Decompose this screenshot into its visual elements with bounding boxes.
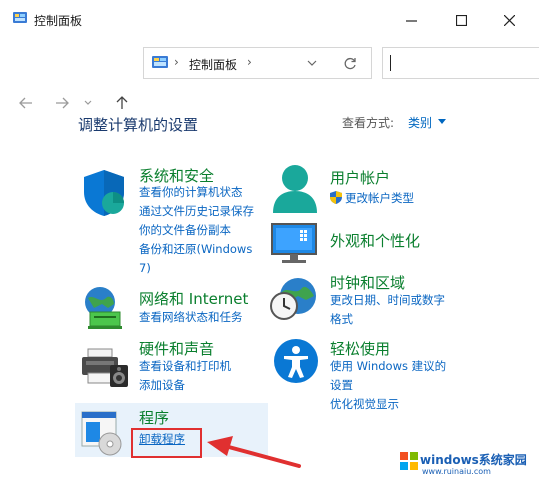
chevron-down-icon [84,100,92,105]
link-optimize-visual[interactable]: 优化视觉显示 [330,395,446,414]
user-accounts-links: 更改帐户类型 [330,189,414,208]
category-clock-region-title[interactable]: 时钟和区域 [330,272,405,293]
minimize-icon [405,19,417,22]
ease-of-access-icon [274,339,318,383]
printer-speaker-icon [82,348,128,387]
up-arrow-icon [116,96,128,109]
minimize-button[interactable] [388,0,434,40]
watermark-url: www.ruinaiu.com [422,467,491,476]
forward-arrow-icon [56,97,69,109]
category-programs-title[interactable]: 程序 [139,407,169,428]
search-input[interactable] [382,47,539,79]
windows-logo-icon [400,452,418,470]
category-hardware-title[interactable]: 硬件和声音 [139,338,214,359]
control-panel-icon [13,12,27,23]
title-bar: 控制面板 [0,0,539,40]
address-bar[interactable]: › 控制面板 › [143,47,372,79]
link-file-history[interactable]: 通过文件历史记录保存 [139,202,254,221]
page-heading: 调整计算机的设置 [78,116,199,134]
uac-shield-icon [330,191,342,204]
chevron-down-icon[interactable] [307,60,317,67]
category-network-title[interactable]: 网络和 Internet [139,288,248,309]
recent-locations-button[interactable] [80,92,96,114]
link-add-device[interactable]: 添加设备 [139,376,231,395]
shield-security-icon [84,170,124,216]
refresh-icon[interactable] [343,57,357,71]
user-accounts-icon [273,165,317,213]
clock-region-links: 更改日期、时间或数字 格式 [330,291,445,329]
control-panel-icon [152,56,168,68]
forward-button[interactable] [50,92,74,114]
appearance-monitor-icon [271,223,317,263]
link-file-history-cont[interactable]: 你的文件备份副本 [139,221,254,240]
site-watermark: windows系统家园 www.ruinaiu.com [398,448,539,479]
category-user-accounts-title[interactable]: 用户帐户 [330,167,390,188]
view-by-label: 查看方式: [342,116,395,130]
window-title: 控制面板 [34,14,83,28]
link-devices-printers[interactable]: 查看设备和打印机 [139,357,231,376]
close-button[interactable] [486,0,532,40]
breadcrumb-separator: › [174,55,179,69]
link-windows-recommended-cont[interactable]: 设置 [330,376,446,395]
clock-globe-icon [270,278,316,320]
network-links: 查看网络状态和任务 [139,308,243,327]
breadcrumb-chevron[interactable]: › [247,55,252,69]
link-change-account-type-label[interactable]: 更改帐户类型 [345,191,414,205]
close-icon [503,14,515,26]
programs-icon [81,411,122,456]
link-network-status[interactable]: 查看网络状态和任务 [139,308,243,327]
maximize-button[interactable] [438,0,484,40]
text-cursor [390,55,391,71]
view-by-dropdown[interactable]: 类别 [408,114,432,131]
hardware-links: 查看设备和打印机 添加设备 [139,357,231,395]
category-appearance-title[interactable]: 外观和个性化 [330,230,420,251]
maximize-icon [455,14,467,26]
link-backup-restore[interactable]: 备份和还原(Windows [139,240,254,259]
system-security-links: 查看你的计算机状态 通过文件历史记录保存 你的文件备份副本 备份和还原(Wind… [139,183,254,278]
back-arrow-icon [19,97,32,109]
link-backup-restore-cont[interactable]: 7) [139,259,254,278]
breadcrumb-location[interactable]: 控制面板 [189,56,237,73]
watermark-brand: windows系统家园 [420,453,527,467]
back-button[interactable] [14,92,38,114]
network-globe-icon [85,287,122,329]
link-change-account-type[interactable]: 更改帐户类型 [330,189,414,208]
annotation-arrow-icon [207,436,301,468]
link-change-date-time-cont[interactable]: 格式 [330,310,445,329]
category-ease-of-access-title[interactable]: 轻松使用 [330,338,390,359]
ease-of-access-links: 使用 Windows 建议的 设置 优化视觉显示 [330,357,446,414]
annotation-highlight-box [131,428,202,458]
view-by-dropdown-arrow[interactable] [438,119,446,124]
link-view-computer-status[interactable]: 查看你的计算机状态 [139,183,254,202]
link-change-date-time[interactable]: 更改日期、时间或数字 [330,291,445,310]
link-windows-recommended[interactable]: 使用 Windows 建议的 [330,357,446,376]
up-button[interactable] [110,92,134,114]
